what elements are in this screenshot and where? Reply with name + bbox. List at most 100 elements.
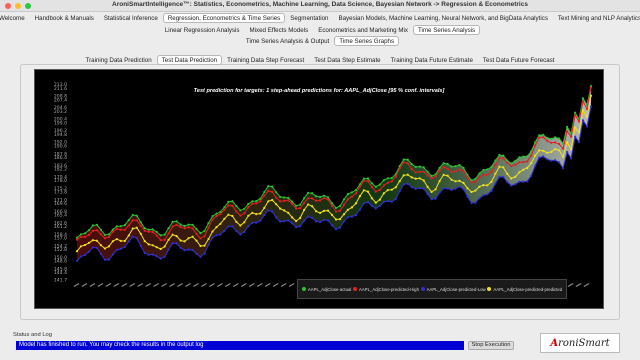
series-point xyxy=(566,125,569,128)
series-point xyxy=(350,195,353,198)
series-point xyxy=(442,162,445,165)
series-point xyxy=(518,156,521,159)
series-point xyxy=(366,201,369,204)
series-point xyxy=(243,207,246,210)
series-point xyxy=(358,185,361,188)
sub-tab-3[interactable]: Time Series Analysis xyxy=(412,25,481,35)
graph-tab-3[interactable]: Test Data Step Estimate xyxy=(309,55,385,65)
series-point xyxy=(570,148,573,151)
sub-tab-0[interactable]: Linear Regression Analysis xyxy=(160,25,245,35)
main-tab-0[interactable]: Welcome xyxy=(0,13,30,23)
series-point xyxy=(458,163,461,167)
series-point xyxy=(123,224,126,227)
series-point xyxy=(426,174,429,177)
series-point xyxy=(570,157,573,160)
series-point xyxy=(95,239,98,242)
graph-tab-4[interactable]: Training Data Future Estimate xyxy=(386,55,478,65)
main-tab-2[interactable]: Statistical Inference xyxy=(99,13,163,23)
series-point xyxy=(462,181,465,184)
series-point xyxy=(486,168,489,171)
series-point xyxy=(522,155,525,158)
main-tab-5[interactable]: Bayesian Models, Machine Learning, Neura… xyxy=(333,13,552,23)
x-tick-mark xyxy=(224,283,231,288)
main-tab-3[interactable]: Regression, Econometrics & Time Series xyxy=(162,13,286,23)
x-tick-mark xyxy=(81,283,88,288)
series-point xyxy=(283,220,286,223)
graph-tab-2[interactable]: Training Data Step Forecast xyxy=(222,55,309,65)
series-point xyxy=(271,185,274,188)
series-point xyxy=(311,197,314,200)
series-point xyxy=(239,233,242,236)
series-point xyxy=(279,220,282,223)
series-point xyxy=(87,229,91,232)
series-point xyxy=(490,171,493,174)
series-point xyxy=(534,164,537,167)
subsub-tab-1[interactable]: Time Series Graphs xyxy=(334,36,400,46)
x-tick-mark xyxy=(248,283,255,288)
main-tab-6[interactable]: Text Mining and NLP Analytics xyxy=(553,13,640,23)
series-point xyxy=(338,204,342,208)
series-point xyxy=(171,220,174,223)
series-point xyxy=(478,185,481,188)
legend-marker-icon xyxy=(301,287,306,291)
series-point xyxy=(183,240,186,243)
series-point xyxy=(366,177,369,180)
series-point xyxy=(378,183,381,186)
series-point xyxy=(251,200,254,203)
graph-tab-1[interactable]: Test Data Prediction xyxy=(156,55,223,65)
series-point xyxy=(486,193,489,196)
series-point xyxy=(319,195,322,199)
series-point xyxy=(322,197,326,200)
graph-tab-5[interactable]: Test Data Future Forecast xyxy=(478,55,560,65)
series-point xyxy=(498,165,501,168)
series-point xyxy=(159,234,162,237)
sub-tab-1[interactable]: Mixed Effects Models xyxy=(244,25,313,35)
series-point xyxy=(203,235,206,238)
series-point xyxy=(406,158,409,161)
main-tab-1[interactable]: Handbook & Manuals xyxy=(30,13,99,23)
main-tab-bar: Welcome Handbook & Manuals Statistical Inf… xyxy=(0,13,640,23)
series-point xyxy=(307,197,310,200)
series-point xyxy=(295,219,298,223)
series-point xyxy=(203,252,206,255)
series-point xyxy=(295,226,298,229)
series-point xyxy=(554,136,557,139)
series-point xyxy=(422,179,425,182)
series-point xyxy=(243,212,246,215)
sub-tab-2[interactable]: Econometrics and Marketing Mix xyxy=(313,25,413,35)
series-point xyxy=(462,188,465,191)
series-point xyxy=(127,240,130,243)
graph-tab-0[interactable]: Training Data Prediction xyxy=(81,55,157,65)
subsub-tab-0[interactable]: Time Series Analysis & Output xyxy=(241,36,334,46)
series-point xyxy=(554,148,557,151)
series-point xyxy=(291,222,294,225)
series-point xyxy=(263,190,266,194)
series-point xyxy=(319,211,322,214)
series-point xyxy=(111,230,114,233)
series-point xyxy=(167,232,170,235)
y-tick-label: 141.7 xyxy=(54,278,67,284)
series-point xyxy=(458,185,461,188)
stop-execution-button[interactable]: Stop Execution xyxy=(468,341,514,350)
series-point xyxy=(574,111,577,114)
series-point xyxy=(482,194,485,197)
series-point xyxy=(390,176,393,180)
series-point xyxy=(406,173,409,176)
x-tick-mark xyxy=(153,283,160,288)
main-tab-4[interactable]: Segmentation xyxy=(285,13,333,23)
series-point xyxy=(454,165,457,168)
series-point xyxy=(215,215,218,218)
graph-tab-bar: Training Data Prediction Test Data Predic… xyxy=(0,55,640,65)
series-point xyxy=(151,244,154,247)
series-point xyxy=(119,239,122,242)
series-point xyxy=(115,238,118,241)
series-point xyxy=(287,211,290,214)
legend-label: AAPL_AdjClose-actual xyxy=(307,286,352,292)
series-point xyxy=(295,207,298,210)
series-point xyxy=(498,153,501,157)
series-point xyxy=(402,161,405,164)
series-point xyxy=(115,249,118,252)
series-point xyxy=(127,234,130,237)
series-point xyxy=(299,216,302,220)
series-point xyxy=(119,247,122,250)
